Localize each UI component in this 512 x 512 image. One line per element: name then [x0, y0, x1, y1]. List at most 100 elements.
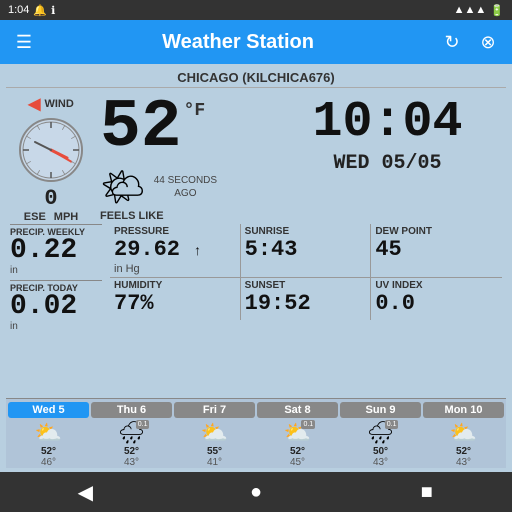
wifi-icon: ▲▲▲: [454, 4, 487, 16]
status-bar: 1:04 🔔 ℹ ▲▲▲ 🔋: [0, 0, 512, 20]
forecast-day-4[interactable]: Sun 9: [340, 402, 421, 418]
compass-svg: [21, 120, 81, 180]
temp-unit: °F: [184, 102, 206, 120]
info-icon: ℹ: [51, 4, 55, 17]
forecast-badge-4: 0.1: [385, 420, 399, 429]
wind-panel: ◀ WIND: [6, 90, 96, 223]
pressure-unit: in Hg: [114, 263, 236, 275]
wind-compass: [19, 118, 83, 182]
forecast-section: Wed 5Thu 6Fri 7Sat 8Sun 9Mon 10 ⛅52°46°🌧…: [6, 398, 506, 468]
wind-direction-value: 0: [44, 186, 57, 211]
refresh-button[interactable]: ↻: [440, 30, 464, 54]
pressure-label: PRESSURE: [114, 226, 236, 237]
city-label: CHICAGO (KILCHICA676): [6, 68, 506, 88]
recent-button[interactable]: ■: [407, 472, 447, 512]
forecast-day-0[interactable]: Wed 5: [8, 402, 89, 418]
dewpoint-block: DEW POINT 45: [371, 224, 502, 278]
forecast-low-4: 43°: [373, 457, 388, 468]
wind-icon: ◀: [28, 94, 40, 114]
wind-label: ◀ WIND: [28, 94, 74, 114]
top-section: ◀ WIND: [6, 90, 506, 220]
precip-today-unit: in: [10, 321, 102, 332]
content-split: PRECIP. WEEKLY 0.22 in PRECIP. TODAY 0.0…: [6, 222, 506, 396]
forecast-low-5: 43°: [456, 457, 471, 468]
forecast-high-1: 52°: [124, 446, 139, 457]
temperature-display: 52 °F: [100, 94, 205, 162]
forecast-badge-1: 0.1: [136, 420, 150, 429]
dewpoint-value: 45: [375, 237, 498, 263]
weather-icon-large: 🌤: [100, 166, 146, 208]
sunset-block: SUNSET 19:52: [241, 278, 372, 319]
status-time: 1:04: [8, 4, 29, 16]
forecast-icons-row: ⛅52°46°🌧0.152°43°⛅55°41°⛅0.152°45°🌧0.150…: [8, 420, 504, 468]
forecast-item-4: 🌧0.150°43°: [340, 420, 421, 468]
weather-icon-row: 🌤 44 SECONDS AGO: [100, 166, 217, 208]
battery-icon: 🔋: [490, 4, 504, 17]
right-metrics: PRESSURE 29.62 ↑ in Hg SUNRISE 5:43 DEW …: [106, 222, 506, 396]
precip-today-value: 0.02: [10, 293, 102, 321]
top-bar-icons: ↻ ⊗: [440, 30, 500, 54]
forecast-icon-2: ⛅: [201, 420, 228, 445]
forecast-item-2: ⛅55°41°: [174, 420, 255, 468]
forecast-badge-3: 0.1: [301, 420, 315, 429]
pressure-block: PRESSURE 29.62 ↑ in Hg: [110, 224, 241, 278]
pressure-value: 29.62 ↑: [114, 237, 236, 263]
forecast-high-5: 52°: [456, 446, 471, 457]
forecast-icon-5: ⛅: [450, 420, 477, 445]
forecast-high-3: 52°: [290, 446, 305, 457]
humidity-block: HUMIDITY 77%: [110, 278, 241, 319]
bottom-nav: ◀ ● ■: [0, 472, 512, 512]
temp-value: 52: [100, 94, 182, 162]
sunrise-label: SUNRISE: [245, 226, 367, 237]
uv-value: 0.0: [375, 291, 498, 317]
sunrise-value: 5:43: [245, 237, 367, 263]
precip-weekly-unit: in: [10, 265, 102, 276]
precip-weekly-value: 0.22: [10, 237, 102, 265]
metrics-grid: PRESSURE 29.62 ↑ in Hg SUNRISE 5:43 DEW …: [110, 224, 502, 320]
status-left: 1:04 🔔 ℹ: [8, 4, 55, 17]
app-title: Weather Station: [162, 31, 314, 54]
forecast-item-5: ⛅52°43°: [423, 420, 504, 468]
left-metrics: PRECIP. WEEKLY 0.22 in PRECIP. TODAY 0.0…: [6, 222, 106, 396]
clock-time: 10:04: [312, 98, 462, 148]
dewpoint-label: DEW POINT: [375, 226, 498, 237]
clock-section: 10:04 WED 05/05: [269, 90, 506, 175]
precip-weekly-section: PRECIP. WEEKLY 0.22 in: [10, 224, 102, 276]
feels-like-label: FEELS LIKE: [100, 210, 164, 222]
wind-text: WIND: [44, 98, 73, 110]
sunset-label: SUNSET: [245, 280, 367, 291]
disabled-button[interactable]: ⊗: [476, 30, 500, 54]
uv-label: UV INDEX: [375, 280, 498, 291]
sunrise-block: SUNRISE 5:43: [241, 224, 372, 278]
forecast-day-5[interactable]: Mon 10: [423, 402, 504, 418]
forecast-high-2: 55°: [207, 446, 222, 457]
ago-text: 44 SECONDS AGO: [154, 174, 217, 200]
alarm-icon: 🔔: [33, 4, 47, 17]
forecast-day-3[interactable]: Sat 8: [257, 402, 338, 418]
precip-today-section: PRECIP. TODAY 0.02 in: [10, 280, 102, 332]
home-button[interactable]: ●: [236, 472, 276, 512]
forecast-high-0: 52°: [41, 446, 56, 457]
main-content: CHICAGO (KILCHICA676) ◀ WIND: [0, 64, 512, 472]
forecast-day-1[interactable]: Thu 6: [91, 402, 172, 418]
forecast-item-0: ⛅52°46°: [8, 420, 89, 468]
forecast-low-2: 41°: [207, 457, 222, 468]
forecast-low-1: 43°: [124, 457, 139, 468]
status-right: ▲▲▲ 🔋: [454, 4, 504, 17]
forecast-icon-0: ⛅: [35, 420, 62, 445]
back-button[interactable]: ◀: [65, 472, 105, 512]
humidity-label: HUMIDITY: [114, 280, 236, 291]
menu-button[interactable]: ☰: [12, 30, 36, 54]
humidity-value: 77%: [114, 291, 236, 317]
forecast-item-3: ⛅0.152°45°: [257, 420, 338, 468]
sunset-value: 19:52: [245, 291, 367, 317]
forecast-high-4: 50°: [373, 446, 388, 457]
forecast-day-2[interactable]: Fri 7: [174, 402, 255, 418]
forecast-item-1: 🌧0.152°43°: [91, 420, 172, 468]
forecast-low-0: 46°: [41, 457, 56, 468]
top-bar: ☰ Weather Station ↻ ⊗: [0, 20, 512, 64]
uv-block: UV INDEX 0.0: [371, 278, 502, 319]
clock-date: WED 05/05: [333, 152, 441, 175]
temp-section: 52 °F 🌤 44 SECONDS AGO FEELS LIKE: [100, 90, 265, 222]
forecast-days-row: Wed 5Thu 6Fri 7Sat 8Sun 9Mon 10: [8, 402, 504, 418]
